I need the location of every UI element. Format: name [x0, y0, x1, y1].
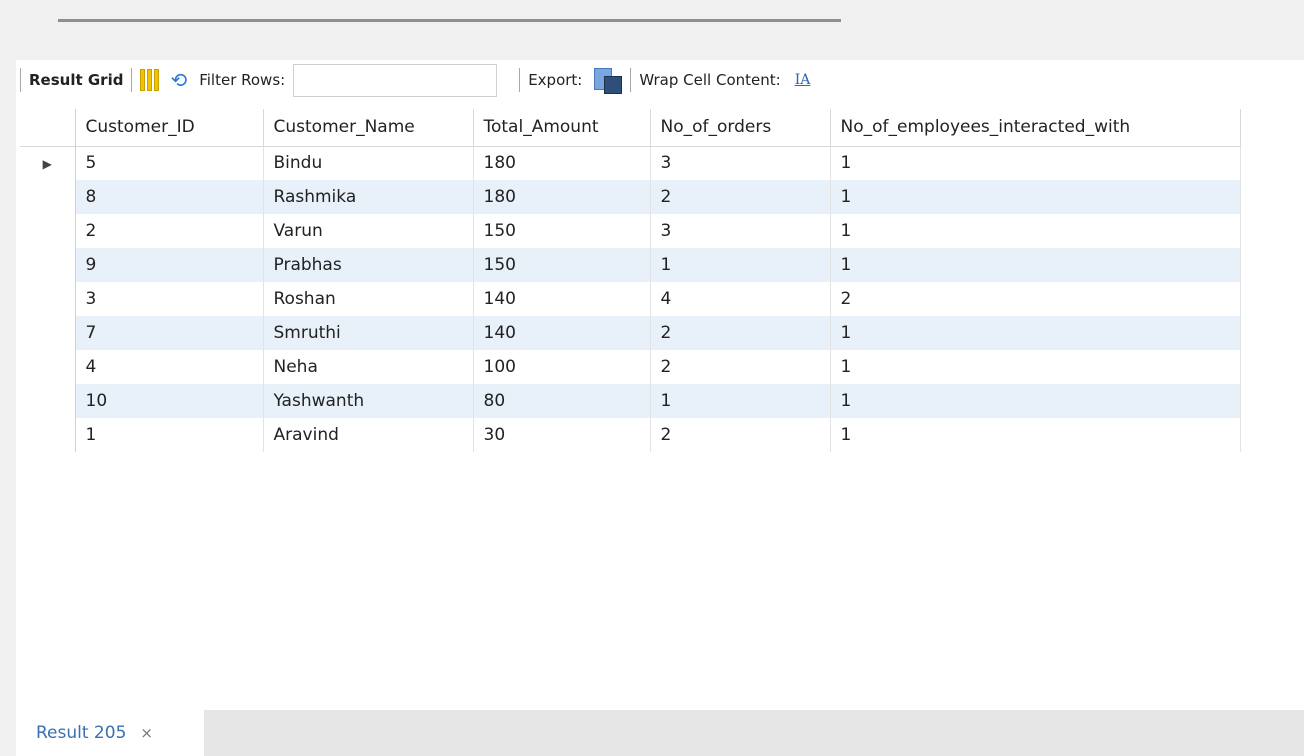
cell-customer-name[interactable]: Varun	[263, 214, 474, 248]
cell-total-amount[interactable]: 180	[473, 146, 651, 180]
cell-customer-name[interactable]: Neha	[263, 350, 474, 384]
cell-customer-name[interactable]: Bindu	[263, 146, 474, 180]
row-header[interactable]	[20, 418, 76, 452]
cell-customer-name[interactable]: Prabhas	[263, 248, 474, 282]
export-icon[interactable]	[594, 66, 623, 94]
tab-label: Result 205	[36, 723, 127, 743]
cell-no-of-employees[interactable]: 1	[830, 248, 1241, 282]
cell-no-of-employees[interactable]: 1	[830, 350, 1241, 384]
cell-no-of-employees[interactable]: 1	[830, 316, 1241, 350]
table-row[interactable]: 4 Neha 100 2 1	[20, 350, 1241, 384]
row-header[interactable]	[20, 180, 76, 214]
column-header-total-amount[interactable]: Total_Amount	[473, 109, 651, 147]
column-header-no-of-employees[interactable]: No_of_employees_interacted_with	[830, 109, 1241, 147]
cell-no-of-employees[interactable]: 1	[830, 146, 1241, 180]
cell-no-of-orders[interactable]: 1	[650, 248, 831, 282]
cell-no-of-employees[interactable]: 1	[830, 384, 1241, 418]
toolbar-separator	[519, 68, 521, 92]
tab-result-205[interactable]: Result 205 ×	[16, 710, 204, 756]
cell-no-of-orders[interactable]: 1	[650, 384, 831, 418]
cell-no-of-orders[interactable]: 2	[650, 180, 831, 214]
cell-total-amount[interactable]: 80	[473, 384, 651, 418]
result-tab-bar: Result 205 ×	[16, 710, 1304, 756]
cell-total-amount[interactable]: 180	[473, 180, 651, 214]
table-row[interactable]: 10 Yashwanth 80 1 1	[20, 384, 1241, 418]
column-header-customer-id[interactable]: Customer_ID	[75, 109, 264, 147]
result-grid: Customer_ID Customer_Name Total_Amount N…	[20, 109, 1241, 452]
current-row-icon: ▶	[42, 157, 52, 172]
column-header-no-of-orders[interactable]: No_of_orders	[650, 109, 831, 147]
cell-customer-id[interactable]: 7	[75, 316, 264, 350]
cell-no-of-orders[interactable]: 2	[650, 350, 831, 384]
cell-no-of-orders[interactable]: 4	[650, 282, 831, 316]
cell-total-amount[interactable]: 140	[473, 282, 651, 316]
wrap-cell-icon[interactable]: IA	[795, 72, 811, 88]
cell-no-of-orders[interactable]: 2	[650, 418, 831, 452]
cell-customer-id[interactable]: 2	[75, 214, 264, 248]
row-header[interactable]	[20, 350, 76, 384]
table-row[interactable]: 9 Prabhas 150 1 1	[20, 248, 1241, 282]
splitter-line[interactable]	[58, 19, 841, 22]
wrap-cell-label: Wrap Cell Content:	[639, 71, 781, 89]
result-toolbar: Result Grid ⟲ Filter Rows: Export: Wrap …	[16, 60, 1304, 100]
row-header-corner	[20, 109, 76, 147]
cell-customer-name[interactable]: Roshan	[263, 282, 474, 316]
row-header[interactable]	[20, 384, 76, 418]
toolbar-separator	[20, 68, 21, 92]
row-header[interactable]	[20, 214, 76, 248]
cell-customer-id[interactable]: 9	[75, 248, 264, 282]
cell-customer-id[interactable]: 1	[75, 418, 264, 452]
cell-total-amount[interactable]: 150	[473, 214, 651, 248]
cell-customer-id[interactable]: 3	[75, 282, 264, 316]
header-row: Customer_ID Customer_Name Total_Amount N…	[20, 109, 1241, 147]
cell-customer-id[interactable]: 4	[75, 350, 264, 384]
cell-no-of-employees[interactable]: 2	[830, 282, 1241, 316]
cell-no-of-employees[interactable]: 1	[830, 180, 1241, 214]
toolbar-separator	[131, 68, 133, 92]
cell-customer-name[interactable]: Aravind	[263, 418, 474, 452]
close-icon[interactable]: ×	[140, 724, 153, 742]
cell-no-of-orders[interactable]: 3	[650, 146, 831, 180]
cell-customer-id[interactable]: 10	[75, 384, 264, 418]
cell-total-amount[interactable]: 100	[473, 350, 651, 384]
row-header[interactable]: ▶	[20, 146, 76, 180]
cell-no-of-employees[interactable]: 1	[830, 214, 1241, 248]
result-grid-button[interactable]: Result Grid	[29, 71, 123, 89]
grid-view-icon[interactable]	[140, 69, 160, 91]
table-row[interactable]: 7 Smruthi 140 2 1	[20, 316, 1241, 350]
table-row[interactable]: 3 Roshan 140 4 2	[20, 282, 1241, 316]
table-row[interactable]: 8 Rashmika 180 2 1	[20, 180, 1241, 214]
cell-customer-name[interactable]: Rashmika	[263, 180, 474, 214]
cell-customer-name[interactable]: Yashwanth	[263, 384, 474, 418]
cell-customer-id[interactable]: 5	[75, 146, 264, 180]
table-row[interactable]: 2 Varun 150 3 1	[20, 214, 1241, 248]
row-header[interactable]	[20, 316, 76, 350]
table-row[interactable]: ▶ 5 Bindu 180 3 1	[20, 146, 1241, 180]
cell-total-amount[interactable]: 140	[473, 316, 651, 350]
cell-customer-id[interactable]: 8	[75, 180, 264, 214]
filter-rows-label: Filter Rows:	[199, 71, 286, 89]
column-header-customer-name[interactable]: Customer_Name	[263, 109, 474, 147]
table-row[interactable]: 1 Aravind 30 2 1	[20, 418, 1241, 452]
cell-customer-name[interactable]: Smruthi	[263, 316, 474, 350]
toolbar-separator	[630, 68, 632, 92]
cell-no-of-orders[interactable]: 3	[650, 214, 831, 248]
cell-total-amount[interactable]: 150	[473, 248, 651, 282]
export-label: Export:	[528, 71, 583, 89]
cell-no-of-orders[interactable]: 2	[650, 316, 831, 350]
row-header[interactable]	[20, 248, 76, 282]
refresh-icon[interactable]: ⟲	[170, 68, 187, 92]
filter-rows-input[interactable]	[293, 63, 498, 97]
cell-no-of-employees[interactable]: 1	[830, 418, 1241, 452]
cell-total-amount[interactable]: 30	[473, 418, 651, 452]
row-header[interactable]	[20, 282, 76, 316]
